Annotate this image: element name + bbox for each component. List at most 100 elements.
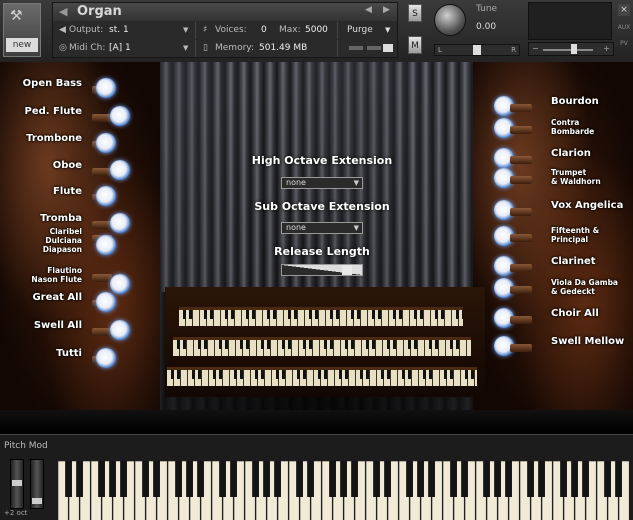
black-key[interactable]: [296, 461, 303, 497]
instrument-icon[interactable]: ⚒ new: [3, 3, 41, 57]
aux-pv-column: × AUX PV: [616, 2, 632, 58]
black-key[interactable]: [406, 461, 413, 497]
black-key[interactable]: [219, 461, 226, 497]
stop-trumpet-waldhorn[interactable]: Trumpet & Waldhorn: [490, 168, 630, 192]
black-key[interactable]: [450, 461, 457, 497]
stop-knob-icon[interactable]: [110, 160, 130, 180]
piano-keyboard[interactable]: [58, 461, 630, 520]
sub-octave-select[interactable]: none ▼: [281, 222, 363, 234]
tune-knob[interactable]: [434, 4, 466, 36]
black-key[interactable]: [230, 461, 237, 497]
solo-button[interactable]: S: [408, 4, 422, 22]
pv-button[interactable]: PV: [616, 40, 632, 47]
black-key[interactable]: [505, 461, 512, 497]
pan-slider[interactable]: L R: [434, 44, 520, 56]
aux-button[interactable]: AUX: [616, 24, 632, 31]
stop-knob-icon[interactable]: [110, 274, 130, 294]
output-dropdown-icon[interactable]: ▼: [183, 22, 188, 39]
black-key[interactable]: [527, 461, 534, 497]
pitch-wheel-handle[interactable]: [12, 480, 22, 486]
release-length-slider[interactable]: [281, 264, 363, 276]
stop-bourdon[interactable]: Bourdon: [490, 96, 630, 120]
midi-dropdown-icon[interactable]: ▼: [183, 40, 188, 57]
stop-knob-icon[interactable]: [96, 292, 116, 312]
black-key[interactable]: [65, 461, 72, 497]
black-key[interactable]: [582, 461, 589, 497]
black-key[interactable]: [109, 461, 116, 497]
stop-knob-icon[interactable]: [110, 320, 130, 340]
black-key[interactable]: [340, 461, 347, 497]
stop-knob-icon[interactable]: [96, 235, 116, 255]
stop-great-all[interactable]: Great All: [22, 292, 142, 316]
stop-tutti[interactable]: Tutti: [22, 348, 142, 372]
black-key[interactable]: [571, 461, 578, 497]
black-key[interactable]: [483, 461, 490, 497]
pitch-wheel[interactable]: [10, 459, 24, 509]
collapse-arrow-icon[interactable]: ◀: [59, 5, 67, 18]
stop-contra-bombarde[interactable]: Contra Bombarde: [490, 118, 630, 142]
stop-flautino-nason-flute[interactable]: Flautino Nason Flute: [22, 266, 142, 294]
midi-channel-select[interactable]: [A] 1: [109, 40, 131, 57]
black-key[interactable]: [142, 461, 149, 497]
volume-slider[interactable]: − +: [528, 42, 614, 56]
black-key[interactable]: [417, 461, 424, 497]
black-key[interactable]: [329, 461, 336, 497]
black-key[interactable]: [373, 461, 380, 497]
stop-knob-icon[interactable]: [96, 78, 116, 98]
stop-oboe[interactable]: Oboe: [22, 160, 142, 184]
stop-knob-icon[interactable]: [96, 186, 116, 206]
stop-swell-all[interactable]: Swell All: [22, 320, 142, 344]
black-key[interactable]: [175, 461, 182, 497]
black-key[interactable]: [428, 461, 435, 497]
stop-knob-icon[interactable]: [96, 133, 116, 153]
next-instrument-icon[interactable]: ▶: [383, 5, 390, 15]
black-key[interactable]: [384, 461, 391, 497]
black-key[interactable]: [186, 461, 193, 497]
high-octave-select[interactable]: none ▼: [281, 177, 363, 189]
stop-swell-mellow[interactable]: Swell Mellow: [490, 336, 630, 360]
black-key[interactable]: [560, 461, 567, 497]
mod-wheel[interactable]: [30, 459, 44, 509]
purge-dropdown-icon[interactable]: ▼: [385, 22, 390, 39]
stop-clarinet[interactable]: Clarinet: [490, 256, 630, 280]
black-key[interactable]: [98, 461, 105, 497]
black-key[interactable]: [494, 461, 501, 497]
prev-instrument-icon[interactable]: ◀: [365, 5, 372, 15]
stop-knob-icon[interactable]: [110, 106, 130, 126]
black-key[interactable]: [274, 461, 281, 497]
output-select[interactable]: st. 1: [109, 22, 129, 39]
stop-vox-angelica[interactable]: Vox Angelica: [490, 200, 630, 224]
black-key[interactable]: [153, 461, 160, 497]
stop-open-bass[interactable]: Open Bass: [22, 78, 142, 102]
purge-button[interactable]: Purge ▼: [341, 22, 395, 39]
stop-knob-icon[interactable]: [96, 348, 116, 368]
close-icon[interactable]: ×: [618, 4, 630, 16]
black-key[interactable]: [538, 461, 545, 497]
volume-handle[interactable]: [571, 44, 577, 54]
max-voices-value[interactable]: 5000: [305, 22, 328, 39]
stop-ped-flute[interactable]: Ped. Flute: [22, 106, 142, 130]
black-key[interactable]: [120, 461, 127, 497]
black-key[interactable]: [252, 461, 259, 497]
release-length-handle[interactable]: [342, 265, 352, 275]
black-key[interactable]: [615, 461, 622, 497]
pan-handle[interactable]: [473, 45, 481, 55]
stop-trombone[interactable]: Trombone: [22, 133, 142, 157]
black-key[interactable]: [307, 461, 314, 497]
black-key[interactable]: [197, 461, 204, 497]
instrument-title[interactable]: Organ: [77, 3, 122, 21]
mute-button[interactable]: M: [408, 36, 422, 54]
stop-claribel-dulciana-diapason[interactable]: Claribel Dulciana Diapason: [22, 227, 142, 255]
black-key[interactable]: [263, 461, 270, 497]
black-key[interactable]: [461, 461, 468, 497]
black-key[interactable]: [351, 461, 358, 497]
black-key[interactable]: [76, 461, 83, 497]
stop-viola-da-gamba-gedeckt[interactable]: Viola Da Gamba & Gedeckt: [490, 278, 630, 302]
stop-flute[interactable]: Flute: [22, 186, 142, 210]
mod-wheel-handle[interactable]: [32, 498, 42, 504]
octave-shift-label[interactable]: +2 oct: [4, 509, 27, 517]
black-key[interactable]: [604, 461, 611, 497]
wrench-icon[interactable]: ⚒: [10, 9, 34, 23]
stop-fifteenth-principal[interactable]: Fifteenth & Principal: [490, 226, 630, 250]
stop-choir-all[interactable]: Choir All: [490, 308, 630, 332]
